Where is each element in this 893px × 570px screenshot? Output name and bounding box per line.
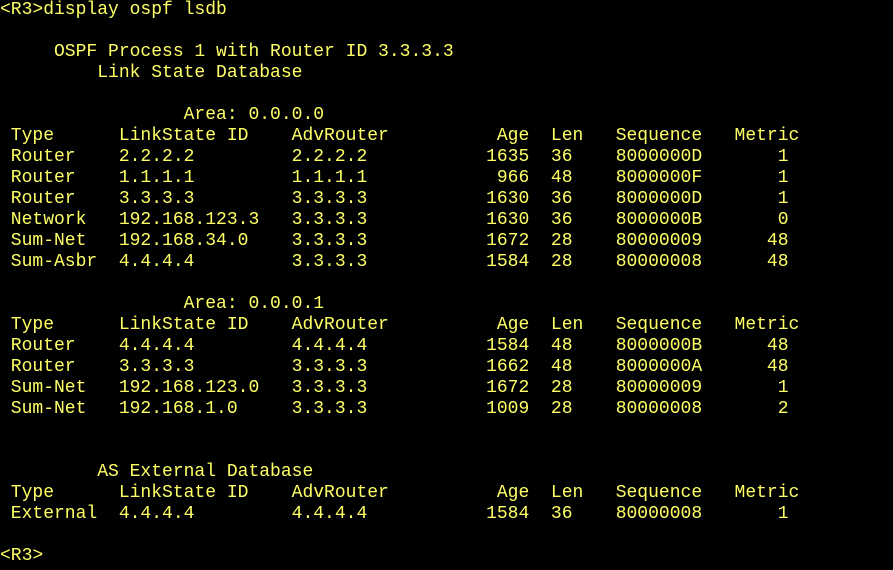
- command-line: <R3>display ospf lsdb: [0, 0, 227, 20]
- table-row: Sum-Net 192.168.123.0 3.3.3.3 1672 28 80…: [0, 378, 789, 398]
- area-header: Area: 0.0.0.0: [0, 105, 325, 125]
- table-row: Network 192.168.123.3 3.3.3.3 1630 36 80…: [0, 210, 789, 230]
- table-row: External 4.4.4.4 4.4.4.4 1584 36 8000000…: [0, 504, 789, 524]
- table-row: Sum-Asbr 4.4.4.4 3.3.3.3 1584 28 8000000…: [0, 252, 789, 272]
- table-header: Type LinkState ID AdvRouter Age Len Sequ…: [0, 315, 800, 335]
- command-prompt[interactable]: <R3>: [0, 546, 43, 567]
- area-header: Area: 0.0.0.1: [0, 294, 325, 314]
- table-row: Sum-Net 192.168.34.0 3.3.3.3 1672 28 800…: [0, 231, 789, 251]
- table-row: Router 1.1.1.1 1.1.1.1 966 48 8000000F 1: [0, 168, 789, 188]
- table-row: Sum-Net 192.168.1.0 3.3.3.3 1009 28 8000…: [0, 399, 789, 419]
- table-row: Router 3.3.3.3 3.3.3.3 1662 48 8000000A …: [0, 357, 789, 377]
- process-header: OSPF Process 1 with Router ID 3.3.3.3: [0, 42, 454, 62]
- table-row: Router 2.2.2.2 2.2.2.2 1635 36 8000000D …: [0, 147, 789, 167]
- database-title: Link State Database: [0, 63, 303, 83]
- terminal-window[interactable]: <R3>display ospf lsdb OSPF Process 1 wit…: [0, 0, 893, 570]
- table-header: Type LinkState ID AdvRouter Age Len Sequ…: [0, 483, 800, 503]
- table-row: Router 4.4.4.4 4.4.4.4 1584 48 8000000B …: [0, 336, 789, 356]
- table-header: Type LinkState ID AdvRouter Age Len Sequ…: [0, 126, 800, 146]
- table-row: Router 3.3.3.3 3.3.3.3 1630 36 8000000D …: [0, 189, 789, 209]
- external-database-header: AS External Database: [0, 462, 314, 482]
